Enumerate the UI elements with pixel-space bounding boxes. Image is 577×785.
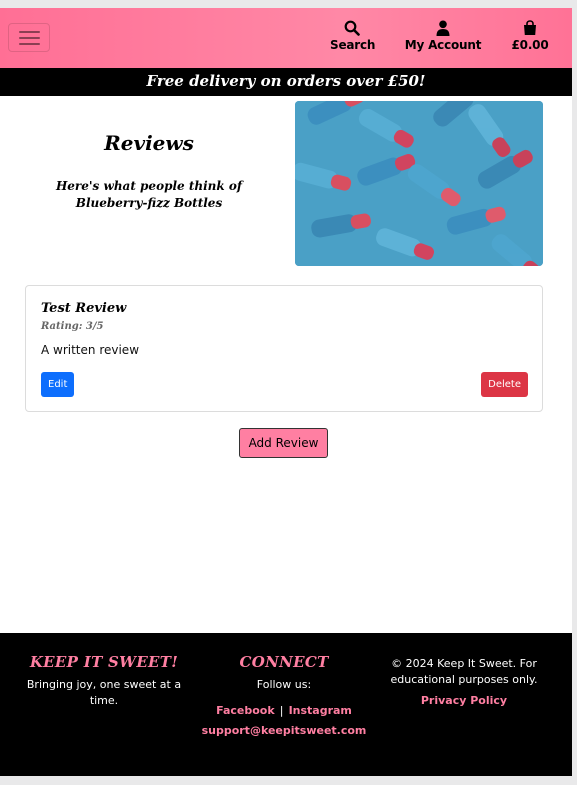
navbar: Search My Account £0.00 (0, 8, 572, 68)
delete-review-button[interactable]: Delete (481, 372, 528, 397)
user-icon (436, 20, 450, 36)
footer-brand: KEEP IT SWEET! (29, 653, 179, 671)
support-email-link[interactable]: support@keepitsweet.com (199, 724, 369, 737)
footer-tagline: Bringing joy, one sweet at a time. (26, 678, 182, 707)
search-label: Search (330, 38, 376, 52)
page: Search My Account £0.00 Free delivery on… (0, 8, 572, 776)
review-rating: Rating: 3/5 (41, 321, 104, 332)
cart-nav-link[interactable]: £0.00 (510, 20, 550, 52)
link-separator: | (279, 704, 284, 717)
privacy-policy-link[interactable]: Privacy Policy (384, 694, 544, 707)
follow-us-label: Follow us: (256, 678, 312, 691)
page-title: Reviews (104, 131, 194, 155)
review-text: A written review (41, 343, 140, 357)
add-review-button[interactable]: Add Review (239, 428, 328, 458)
search-icon (344, 20, 360, 36)
free-delivery-banner: Free delivery on orders over £50! (0, 68, 572, 96)
hamburger-icon (19, 31, 40, 33)
my-account-nav-link[interactable]: My Account (404, 20, 482, 52)
footer-legal-column: © 2024 Keep It Sweet. For educational pu… (384, 633, 544, 707)
product-image (295, 101, 543, 266)
footer-copyright: © 2024 Keep It Sweet. For educational pu… (390, 657, 538, 686)
search-nav-link[interactable]: Search (330, 20, 376, 52)
cart-total: £0.00 (511, 38, 549, 52)
footer-connect-column: CONNECT Follow us: Facebook | Instagram … (199, 633, 369, 737)
review-title: Test Review (41, 301, 127, 316)
review-card: Test Review Rating: 3/5 A written review… (25, 285, 543, 412)
page-subtitle: Here's what people think of Blueberry-fi… (55, 179, 243, 210)
footer-connect-heading: CONNECT (239, 653, 329, 671)
facebook-link[interactable]: Facebook (216, 704, 275, 717)
my-account-label: My Account (404, 38, 482, 52)
menu-toggle-button[interactable] (8, 23, 50, 52)
shopping-bag-icon (524, 20, 536, 35)
edit-review-button[interactable]: Edit (41, 372, 75, 397)
instagram-link[interactable]: Instagram (289, 704, 352, 717)
footer-brand-column: KEEP IT SWEET! Bringing joy, one sweet a… (20, 633, 188, 709)
footer: KEEP IT SWEET! Bringing joy, one sweet a… (0, 633, 572, 776)
